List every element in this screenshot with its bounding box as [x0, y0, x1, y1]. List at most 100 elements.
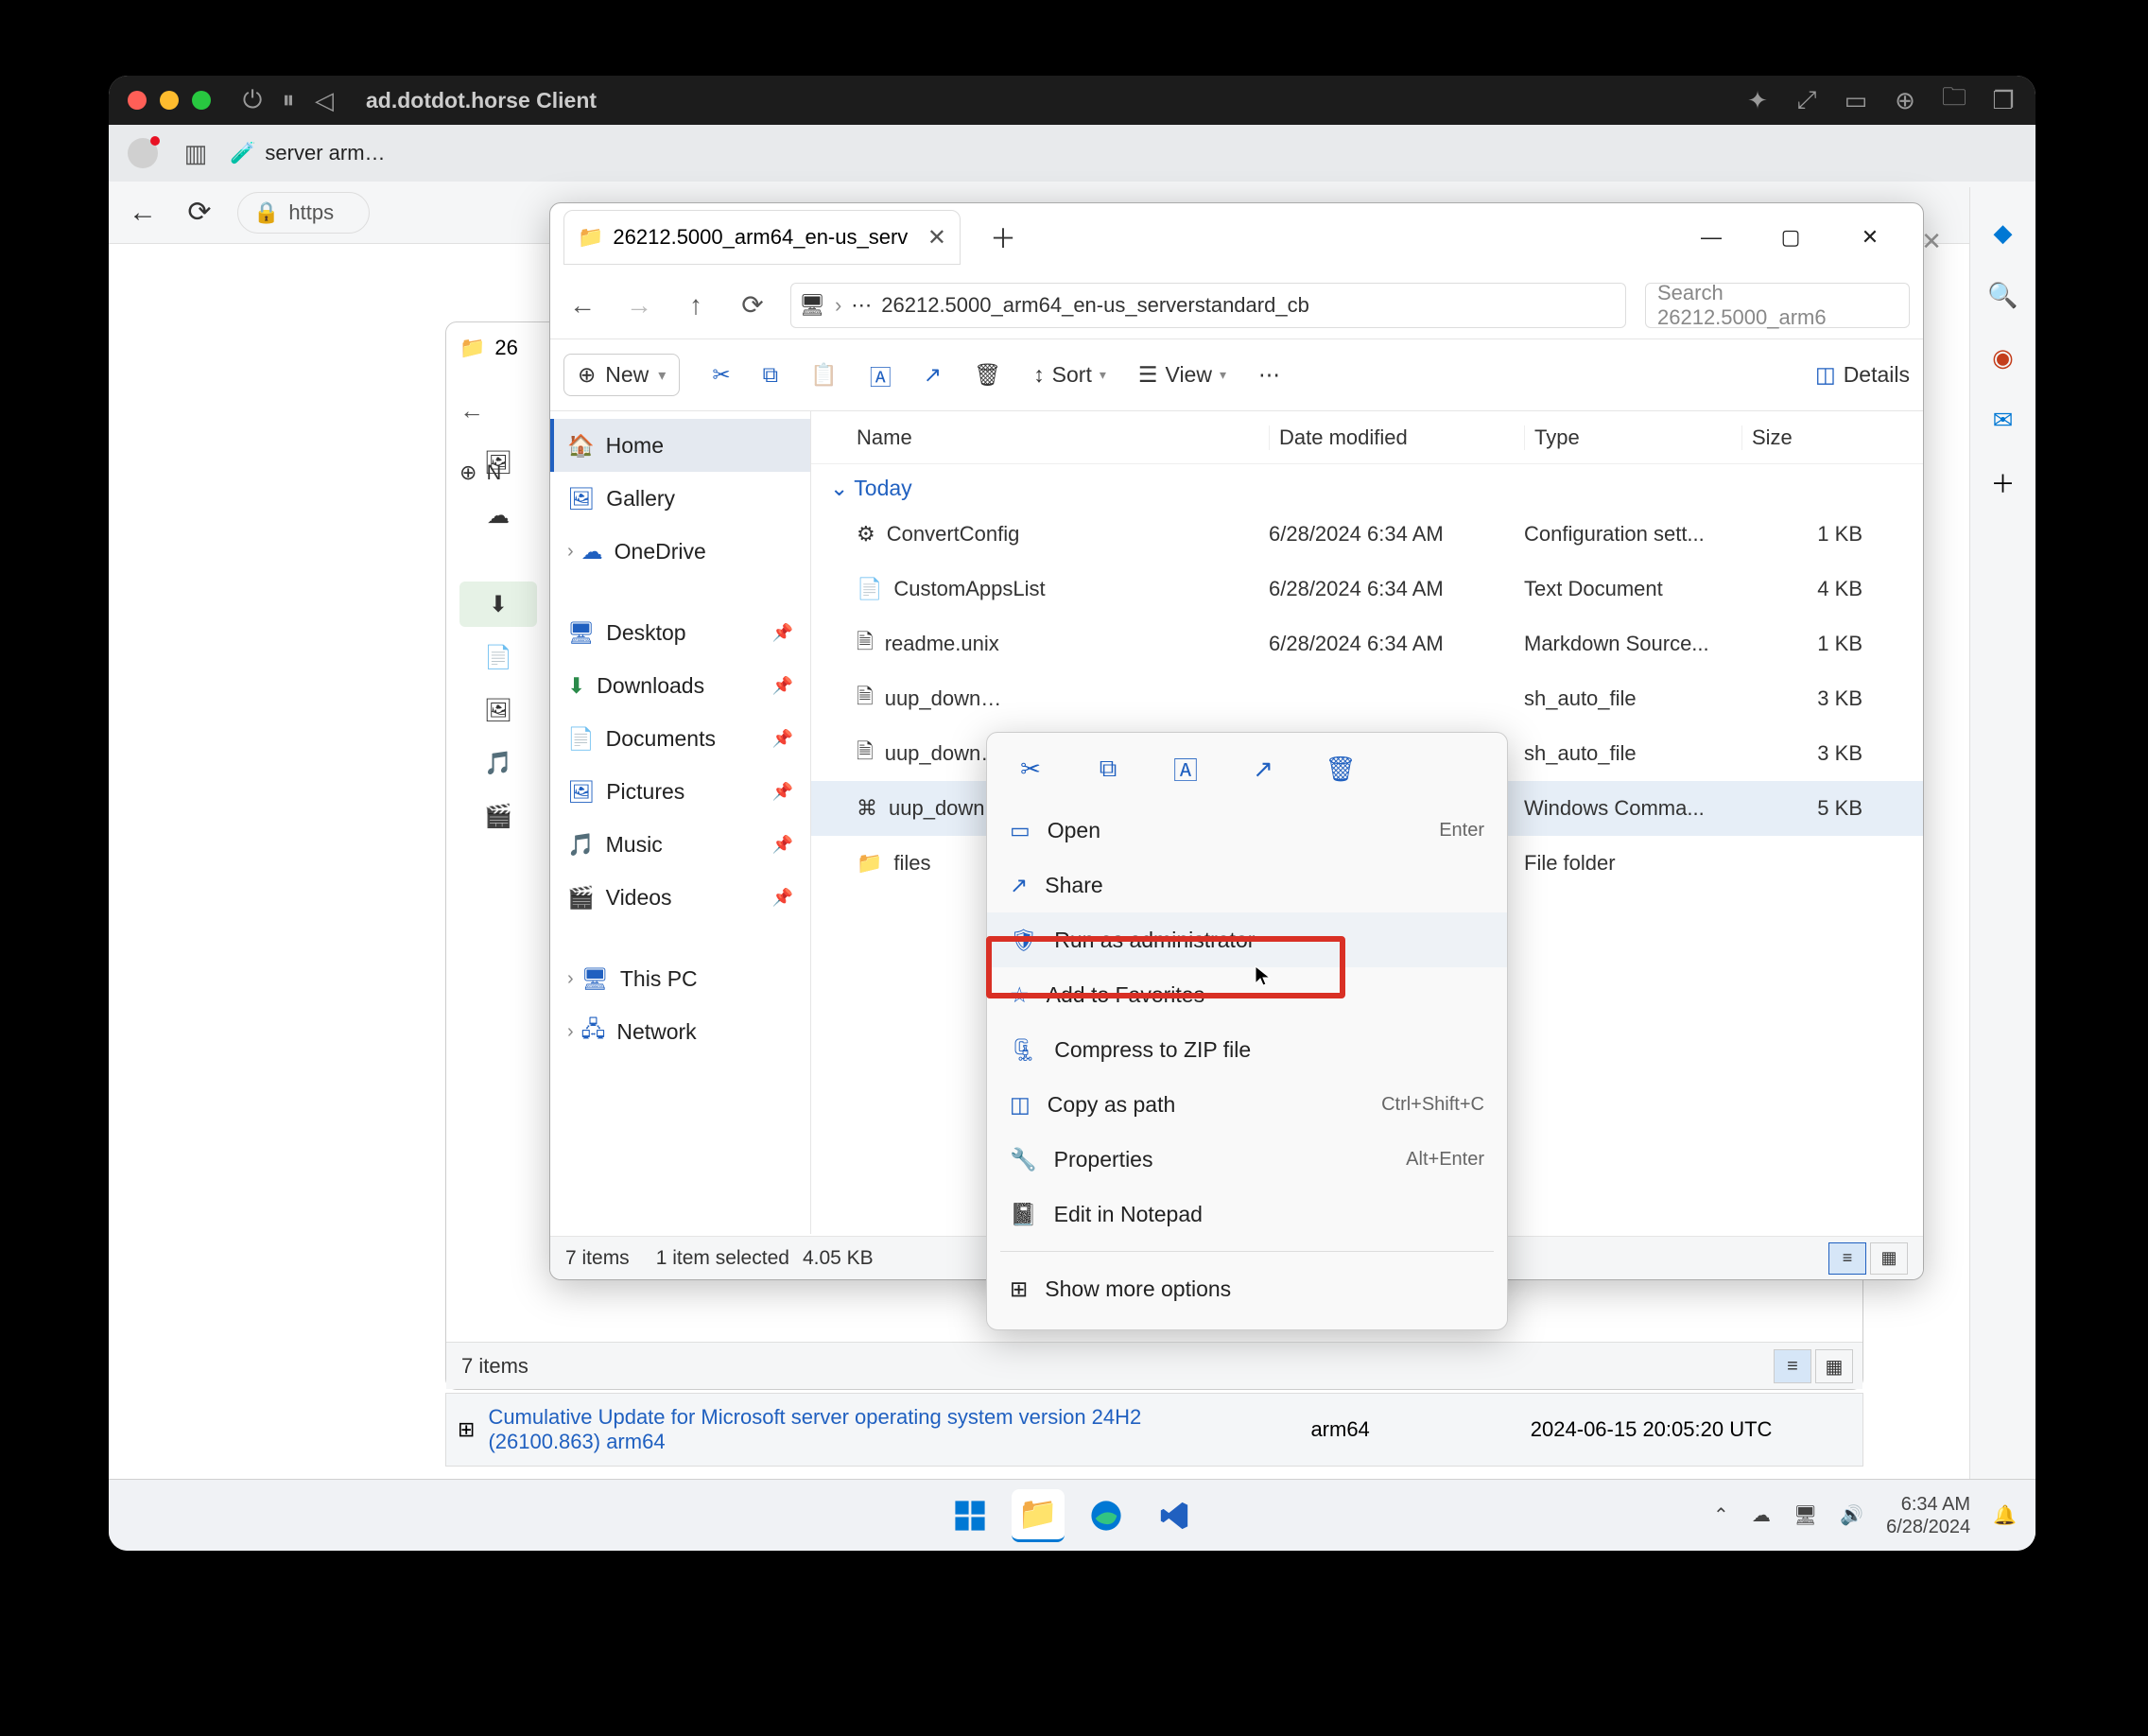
file-row[interactable]: ⚙ConvertConfig 6/28/2024 6:34 AM Configu…: [811, 507, 1923, 562]
maximize-button[interactable]: ▢: [1751, 211, 1830, 264]
ctx-copy-button[interactable]: ⧉: [1089, 750, 1127, 788]
icons-view-button[interactable]: ▦: [1870, 1242, 1908, 1275]
ctx-compress-zip[interactable]: 🗜Compress to ZIP file: [987, 1022, 1507, 1077]
file-group-today[interactable]: ⌄Today: [811, 464, 1923, 507]
bg-sb-videos-icon[interactable]: 🎬: [459, 793, 537, 839]
bg-sb-documents-icon[interactable]: 📄: [459, 634, 537, 680]
sidebar-item-pictures[interactable]: 🖼Pictures📌: [550, 765, 810, 818]
folder-icon[interactable]: 🗀: [1941, 87, 1967, 113]
start-button[interactable]: [944, 1489, 996, 1542]
browser-back-button[interactable]: ←: [124, 194, 162, 232]
ctx-show-more[interactable]: ⊞Show more options: [987, 1261, 1507, 1316]
vscode-taskbar-icon[interactable]: [1148, 1489, 1201, 1542]
copilot-icon[interactable]: ◆: [1986, 216, 2020, 250]
bg-sb-pictures-icon[interactable]: 🖼: [459, 687, 537, 733]
col-date[interactable]: Date modified: [1269, 425, 1524, 450]
file-row[interactable]: 🗎uup_down… sh_auto_file 3 KB: [811, 671, 1923, 726]
ctx-share[interactable]: ↗Share: [987, 858, 1507, 912]
office-icon[interactable]: ◉: [1986, 340, 2020, 374]
col-size[interactable]: Size: [1741, 425, 1900, 450]
chevron-right-icon[interactable]: ›: [567, 1021, 574, 1043]
ctx-run-as-admin[interactable]: 🛡Run as administrator: [987, 912, 1507, 967]
ctx-add-favorites[interactable]: ☆Add to Favorites: [987, 967, 1507, 1022]
chevron-up-icon[interactable]: ⌃: [1713, 1503, 1729, 1527]
bg-sb-onedrive-icon[interactable]: ☁: [459, 493, 537, 538]
profile-avatar[interactable]: [128, 138, 158, 168]
sidebar-item-network[interactable]: ›🖧Network: [550, 1005, 810, 1058]
sidebar-item-home[interactable]: 🏠Home: [550, 419, 810, 472]
browser-refresh-button[interactable]: ⟳: [181, 194, 218, 232]
sidebar-item-onedrive[interactable]: ›☁OneDrive: [550, 525, 810, 578]
sidebar-item-thispc[interactable]: ›🖥This PC: [550, 952, 810, 1005]
bg-tab[interactable]: 📁 26: [459, 336, 518, 360]
new-tab-button[interactable]: ＋: [979, 214, 1027, 261]
device-icon[interactable]: ▭: [1843, 87, 1869, 113]
power-icon[interactable]: ⏻: [239, 87, 266, 113]
ctx-edit-notepad[interactable]: 📓Edit in Notepad: [987, 1187, 1507, 1241]
edge-taskbar-icon[interactable]: [1080, 1489, 1133, 1542]
chevron-right-icon[interactable]: ›: [567, 541, 574, 563]
pin-icon[interactable]: 📌: [772, 888, 793, 908]
chevron-right-icon[interactable]: ›: [567, 968, 574, 990]
minimize-button[interactable]: —: [1672, 211, 1751, 264]
traffic-close[interactable]: [128, 91, 147, 110]
ctx-properties[interactable]: 🔧PropertiesAlt+Enter: [987, 1132, 1507, 1187]
traffic-zoom[interactable]: [192, 91, 211, 110]
back-icon[interactable]: ←: [459, 396, 484, 425]
up-button[interactable]: ↑: [677, 286, 715, 324]
bg-icons-view-button[interactable]: ▦: [1815, 1349, 1853, 1383]
search-icon[interactable]: 🔍: [1986, 278, 2020, 312]
more-button[interactable]: ⋯: [1258, 362, 1280, 388]
ctx-cut-button[interactable]: ✂: [1012, 750, 1049, 788]
ctx-rename-button[interactable]: 🄰: [1167, 750, 1204, 788]
rename-button[interactable]: 🄰: [870, 359, 892, 391]
sparkle-icon[interactable]: ✦: [1744, 87, 1771, 113]
col-type[interactable]: Type: [1524, 425, 1741, 450]
taskbar-clock[interactable]: 6:34 AM 6/28/2024: [1886, 1493, 1970, 1538]
sidebar-item-gallery[interactable]: 🖼Gallery: [550, 472, 810, 525]
windows-icon[interactable]: ❐: [1990, 87, 2017, 113]
sidebar-item-downloads[interactable]: ⬇Downloads📌: [550, 659, 810, 712]
explorer-taskbar-icon[interactable]: 📁: [1012, 1489, 1065, 1542]
paste-button[interactable]: 📋: [810, 362, 838, 388]
pin-icon[interactable]: 📌: [772, 623, 793, 643]
pin-icon[interactable]: 📌: [772, 835, 793, 855]
col-name[interactable]: Name: [834, 425, 1269, 450]
onedrive-tray-icon[interactable]: ☁: [1752, 1503, 1771, 1527]
address-bar[interactable]: 🔒 https: [237, 192, 370, 234]
workspaces-icon[interactable]: ▥: [177, 134, 215, 172]
bg-sb-music-icon[interactable]: 🎵: [459, 740, 537, 786]
close-button[interactable]: ✕: [1830, 211, 1910, 264]
ctx-share-button[interactable]: ↗: [1244, 750, 1282, 788]
update-link[interactable]: Cumulative Update for Microsoft server o…: [488, 1405, 1244, 1454]
sidebar-item-desktop[interactable]: 🖥Desktop📌: [550, 606, 810, 659]
bg-sb-downloads-icon[interactable]: ⬇: [459, 582, 537, 627]
pin-icon[interactable]: 📌: [772, 729, 793, 749]
new-button[interactable]: ⊕ New ▾: [563, 354, 680, 396]
file-row[interactable]: 🗎readme.unix 6/28/2024 6:34 AM Markdown …: [811, 616, 1923, 671]
refresh-button[interactable]: ⟳: [734, 286, 771, 324]
notifications-icon[interactable]: 🔔: [1993, 1503, 2017, 1527]
clipboard-icon[interactable]: ⊕: [1892, 87, 1918, 113]
breadcrumb-bar[interactable]: 🖥 › ⋯ 26212.5000_arm64_en-us_serverstand…: [790, 283, 1626, 328]
explorer-search[interactable]: Search 26212.5000_arm6: [1645, 283, 1910, 328]
ctx-copy-path[interactable]: ◫Copy as pathCtrl+Shift+C: [987, 1077, 1507, 1132]
cut-button[interactable]: ✂: [712, 362, 730, 388]
network-tray-icon[interactable]: 🖥: [1793, 1503, 1817, 1527]
add-icon[interactable]: ＋: [1986, 465, 2020, 499]
sidebar-item-videos[interactable]: 🎬Videos📌: [550, 871, 810, 924]
share-button[interactable]: ↗: [924, 362, 942, 388]
pin-icon[interactable]: 📌: [772, 782, 793, 802]
ctx-delete-button[interactable]: 🗑: [1322, 750, 1360, 788]
overflow-icon[interactable]: ⋯: [851, 293, 872, 318]
bg-sb-gallery-icon[interactable]: 🖼: [459, 440, 537, 485]
ctx-open[interactable]: ▭OpenEnter: [987, 803, 1507, 858]
delete-button[interactable]: 🗑: [974, 362, 1001, 388]
bg-details-view-button[interactable]: ≡: [1774, 1349, 1811, 1383]
bg-close-icon[interactable]: ✕: [1903, 217, 1960, 265]
details-pane-button[interactable]: ◫Details: [1815, 362, 1910, 388]
file-row[interactable]: 📄CustomAppsList 6/28/2024 6:34 AM Text D…: [811, 562, 1923, 616]
volume-tray-icon[interactable]: 🔊: [1840, 1503, 1863, 1527]
pause-icon[interactable]: ⏸: [275, 87, 302, 113]
forward-button[interactable]: →: [620, 286, 658, 324]
